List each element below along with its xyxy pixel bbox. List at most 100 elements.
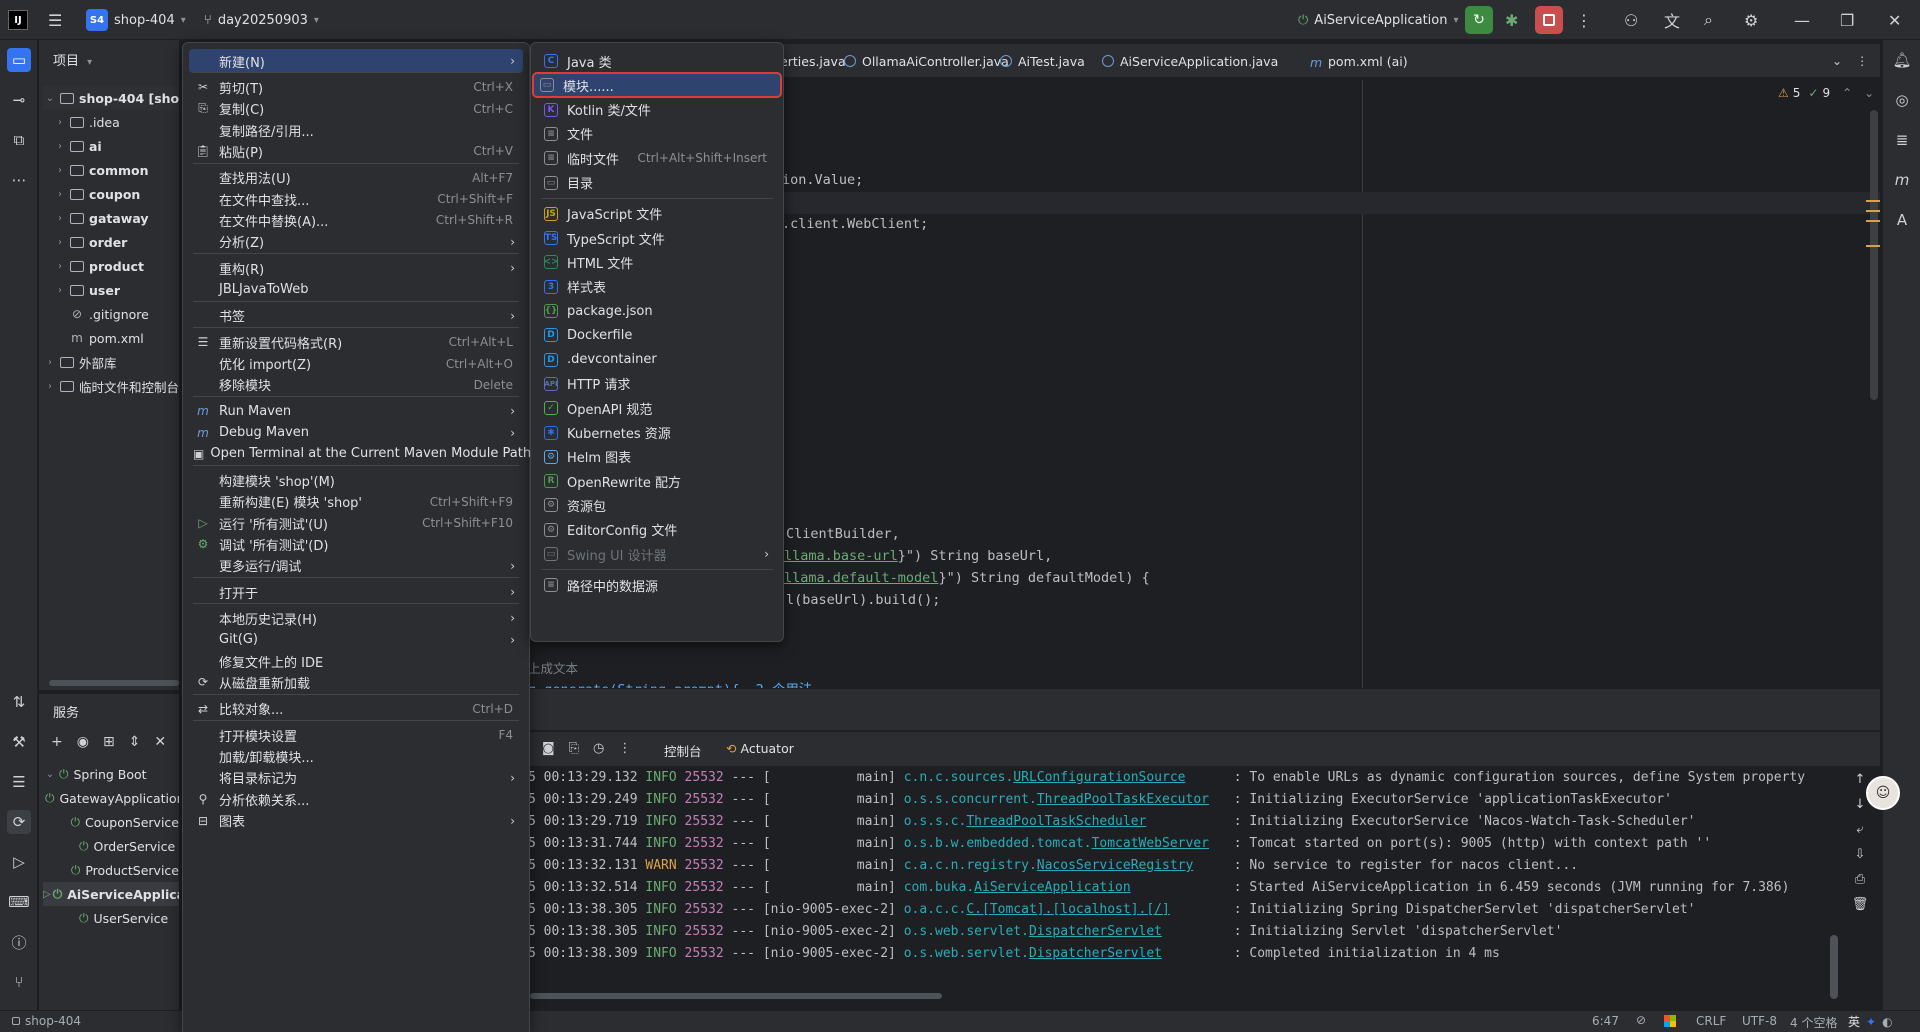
log-logger-link[interactable]: DispatcherServlet [1029,924,1162,939]
services-tool-icon[interactable]: ⟳ [7,810,31,834]
service-item[interactable]: ⏻ OrderService [43,834,179,858]
inspection-widget[interactable]: ⚠ 5 ✓ 9 ⌃ ⌄ [1778,86,1874,100]
ai-assistant-icon[interactable]: ◎ [1890,88,1914,112]
tree-item[interactable]: m pom.xml [53,326,144,350]
new-submenu-item[interactable]: R OpenRewrite 配方 [537,469,777,493]
context-menu-item[interactable]: 在文件中替换(A)... Ctrl+Shift+R [189,208,523,232]
chevron-down-icon[interactable]: ⌄ [43,93,57,104]
chevron-right-icon[interactable]: › [53,261,67,272]
tree-item[interactable]: ⊘ .gitignore [53,302,149,326]
chevron-right-icon[interactable]: › [53,189,67,200]
no-vcs-icon[interactable]: ⊘ [1636,1013,1646,1027]
hamburger-menu-icon[interactable]: ☰ [48,11,62,30]
service-item[interactable]: ⏻ UserService [43,906,179,930]
context-menu-item[interactable]: m Debug Maven › [189,421,523,445]
new-submenu-item[interactable]: ⚙ EditorConfig 文件 [537,518,777,542]
tree-item[interactable]: › product [53,254,144,278]
new-submenu-item[interactable]: D .devcontainer [537,348,777,372]
new-submenu-item[interactable]: C Java 类 [537,49,777,73]
run-config-selector[interactable]: ⏻ AiServiceApplication ▾ [1298,0,1459,40]
more-vertical-icon[interactable]: ⋮ [1576,11,1592,30]
context-menu-item[interactable]: m Run Maven › [189,399,523,423]
service-item[interactable]: ⌄ ⏻ Spring Boot [43,762,179,786]
tab-console[interactable]: 控制台 [664,741,702,768]
new-submenu-item[interactable]: 3 样式表 [537,275,777,299]
indent-setting[interactable]: 4 个空格 [1790,1014,1837,1031]
editor-scrollbar[interactable] [1870,110,1878,400]
tree-item[interactable]: ⌄shop-404 [shop]E: [43,86,179,110]
problems-tool-icon[interactable]: ⓘ [7,930,31,954]
close-window-icon[interactable]: ✕ [1888,11,1901,30]
console-hscroll[interactable] [530,993,942,999]
service-item[interactable]: ⏻ ProductService [43,858,179,882]
new-submenu-item[interactable]: D Dockerfile [537,323,777,347]
structure-tool-icon[interactable]: ⧉ [7,128,31,152]
translation-tool-icon[interactable]: A [1890,208,1914,232]
tree-item[interactable]: › common [53,158,149,182]
new-submenu-item[interactable]: ✱ Kubernetes 资源 [537,421,777,445]
run-tool-icon[interactable]: ▷ [7,850,31,874]
debug-icon[interactable]: ✱ [1505,11,1518,30]
tree-item[interactable]: › gataway [53,206,149,230]
dump-threads-icon[interactable]: ⎘ [569,741,579,756]
tree-item[interactable]: › 临时文件和控制台 [43,374,179,398]
new-submenu-item[interactable]: ✓ OpenAPI 规范 [537,396,777,420]
context-menu-item[interactable]: 书签 › [189,304,523,328]
translate-icon[interactable]: 文 [1664,8,1680,32]
chevron-right-icon[interactable]: › [53,285,67,296]
git-tool-icon[interactable]: ⑂ [7,970,31,994]
ime-indicator[interactable]: 英 ✦ ◐ [1848,1013,1893,1030]
context-menu-item[interactable]: 📋︎ 粘贴(P) Ctrl+V [189,139,523,163]
new-submenu-item[interactable]: K Kotlin 类/文件 [537,98,777,122]
log-logger-link[interactable]: DispatcherServlet [1029,946,1162,961]
context-menu-item[interactable]: 移除模块 Delete [189,373,523,397]
new-submenu-item[interactable]: ⚙ Helm 图表 [537,445,777,469]
new-submenu-item[interactable]: API HTTP 请求 [537,372,777,396]
chevron-right-icon[interactable]: › [43,381,57,392]
rerun-button[interactable]: ↻ [1465,6,1493,34]
log-logger-link[interactable]: ThreadPoolTaskScheduler [966,814,1146,829]
chevron-right-icon[interactable]: › [53,237,67,248]
context-menu-item[interactable]: 构建模块 'shop'(M) [189,468,523,492]
context-menu-item[interactable]: ⚙ 调试 '所有测试'(D) [189,532,523,556]
caret-position[interactable]: 6:47 [1592,1014,1619,1028]
chevron-right-icon[interactable]: › [53,165,67,176]
context-menu-item[interactable]: ▣ Open Terminal at the Current Maven Modu… [189,442,531,466]
new-submenu-item[interactable]: {} package.json [537,299,777,323]
new-submenu-item[interactable]: ≡ 路径中的数据源 [537,573,777,597]
add-icon[interactable]: + [51,734,63,750]
branch-switcher[interactable]: ⑂ day20250903 ▾ [204,0,319,40]
context-menu-item[interactable]: 打开模块设置 F4 [189,723,523,747]
chevron-right-icon[interactable]: › [53,141,67,152]
print-icon[interactable]: ⎙ [1855,872,1865,887]
profiler-icon[interactable]: ◷ [593,741,604,756]
file-encoding[interactable]: UTF-8 [1742,1014,1777,1028]
context-menu-item[interactable]: 优化 import(Z) Ctrl+Alt+O [189,352,523,376]
windows-icon[interactable] [1664,1015,1676,1027]
service-item[interactable]: ⏻ CouponService [43,810,179,834]
chevron-right-icon[interactable]: › [53,213,67,224]
new-submenu-item[interactable]: JS JavaScript 文件 [537,202,777,226]
new-submenu-item[interactable]: ▭ 目录 [537,171,777,195]
todo-list-icon[interactable]: ☰ [7,770,31,794]
project-tool-icon[interactable]: ▭ [7,48,31,72]
scroll-down-icon[interactable]: ↓ [1855,797,1866,812]
context-menu-item[interactable]: 打开于 › [189,580,523,604]
chevron-right-icon[interactable]: › [43,357,57,368]
tree-item[interactable]: › ai [53,134,102,158]
restore-icon[interactable]: ❐ [1840,11,1854,30]
new-submenu-item[interactable]: ≡ 文件 [537,122,777,146]
log-logger-link[interactable]: NacosServiceRegistry [1037,858,1194,873]
chevron-right-icon[interactable]: › [53,117,67,128]
tabs-dropdown-icon[interactable]: ⌄ [1832,54,1842,68]
context-menu-item[interactable]: ⇄ 比较对象... Ctrl+D [189,697,523,721]
editor-tab[interactable]: OllamaAiController.java [844,44,1009,78]
camera-icon[interactable]: ◙ [542,741,555,756]
build-tool-icon[interactable]: ⚒ [7,730,31,754]
minimize-icon[interactable]: — [1794,11,1810,30]
service-item[interactable]: ⏻ GatewayApplication [43,786,179,810]
editor-tab[interactable]: AiTest.java [1000,44,1085,78]
log-logger-link[interactable]: AiServiceApplication [974,880,1131,895]
next-highlight-icon[interactable]: ⌄ [1864,86,1874,100]
tree-item[interactable]: › .idea [53,110,120,134]
